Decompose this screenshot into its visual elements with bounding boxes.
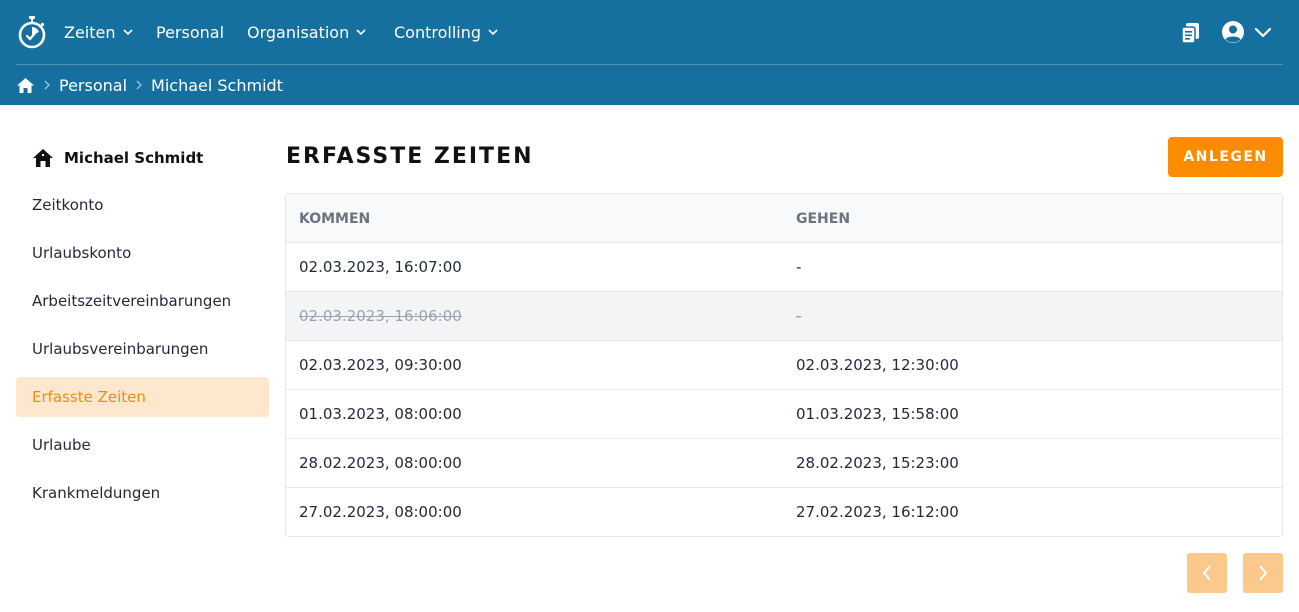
sidebar-item-label: Arbeitszeitvereinbarungen bbox=[32, 292, 232, 310]
table-row-deleted[interactable]: 02.03.2023, 16:06:00 - bbox=[286, 292, 1282, 341]
column-header-gehen[interactable]: GEHEN bbox=[796, 194, 850, 243]
cell-kommen: 28.02.2023, 08:00:00 bbox=[299, 454, 462, 472]
sidebar-item-label: Krankmeldungen bbox=[32, 484, 161, 502]
cell-gehen: 02.03.2023, 12:30:00 bbox=[796, 356, 959, 374]
sidebar-item-arbeitszeitvereinbarungen[interactable]: Arbeitszeitvereinbarungen bbox=[16, 281, 269, 321]
table-row[interactable]: 02.03.2023, 16:07:00 - bbox=[286, 243, 1282, 292]
breadcrumb-separator bbox=[127, 80, 151, 90]
chevron-right-icon bbox=[136, 80, 142, 90]
cell-gehen: - bbox=[796, 258, 802, 276]
sidebar-title-label: Michael Schmidt bbox=[64, 149, 204, 167]
nav-controlling[interactable]: Controlling bbox=[394, 21, 499, 43]
sidebar-item-label: Erfasste Zeiten bbox=[32, 388, 146, 406]
sidebar-item-label: Urlaubsvereinbarungen bbox=[32, 340, 209, 358]
sidebar-item-label: Zeitkonto bbox=[32, 196, 104, 214]
chevron-down-icon bbox=[356, 29, 366, 36]
breadcrumb: Personal Michael Schmidt bbox=[16, 74, 283, 96]
sidebar-item-erfasste-zeiten[interactable]: Erfasste Zeiten bbox=[16, 377, 269, 417]
table-row[interactable]: 27.02.2023, 08:00:00 27.02.2023, 16:12:0… bbox=[286, 488, 1282, 536]
nav-personal[interactable]: Personal bbox=[156, 21, 224, 43]
table-header: KOMMEN GEHEN bbox=[286, 194, 1282, 243]
cell-gehen: 28.02.2023, 15:23:00 bbox=[796, 454, 959, 472]
table-row[interactable]: 01.03.2023, 08:00:00 01.03.2023, 15:58:0… bbox=[286, 390, 1282, 439]
sidebar-title: Michael Schmidt bbox=[32, 145, 203, 171]
cell-kommen: 01.03.2023, 08:00:00 bbox=[299, 405, 462, 423]
cell-kommen: 02.03.2023, 09:30:00 bbox=[299, 356, 462, 374]
user-circle-icon[interactable] bbox=[1221, 20, 1245, 44]
sidebar-item-krankmeldungen[interactable]: Krankmeldungen bbox=[16, 473, 269, 513]
chevron-down-icon bbox=[488, 29, 498, 36]
cell-kommen: 02.03.2023, 16:06:00 bbox=[299, 307, 462, 325]
app-header: Zeiten Personal Organisation Controlling bbox=[0, 0, 1299, 105]
sidebar-item-zeitkonto[interactable]: Zeitkonto bbox=[16, 185, 269, 225]
cell-kommen: 02.03.2023, 16:07:00 bbox=[299, 258, 462, 276]
times-table: KOMMEN GEHEN 02.03.2023, 16:07:00 - 02.0… bbox=[285, 193, 1283, 537]
sidebar-item-urlaubsvereinbarungen[interactable]: Urlaubsvereinbarungen bbox=[16, 329, 269, 369]
home-icon[interactable] bbox=[16, 77, 35, 94]
page-title: ERFASSTE ZEITEN bbox=[286, 144, 534, 169]
sidebar-item-urlaube[interactable]: Urlaube bbox=[16, 425, 269, 465]
next-page-button[interactable] bbox=[1243, 553, 1283, 593]
nav-controlling-label: Controlling bbox=[394, 22, 482, 42]
cell-gehen: - bbox=[796, 307, 802, 325]
nav-zeiten[interactable]: Zeiten bbox=[64, 21, 134, 43]
chevron-down-icon bbox=[122, 29, 133, 36]
nav-zeiten-label: Zeiten bbox=[64, 22, 116, 42]
sidebar-item-label: Urlaubskonto bbox=[32, 244, 132, 262]
chevron-left-icon bbox=[1202, 565, 1211, 581]
table-row[interactable]: 02.03.2023, 09:30:00 02.03.2023, 12:30:0… bbox=[286, 341, 1282, 390]
table-row[interactable]: 28.02.2023, 08:00:00 28.02.2023, 15:23:0… bbox=[286, 439, 1282, 488]
cell-gehen: 27.02.2023, 16:12:00 bbox=[796, 503, 959, 521]
sidebar-item-urlaubskonto[interactable]: Urlaubskonto bbox=[16, 233, 269, 273]
home-icon bbox=[33, 149, 53, 167]
chevron-right-icon bbox=[44, 80, 50, 90]
breadcrumb-separator bbox=[35, 80, 59, 90]
cell-kommen: 27.02.2023, 08:00:00 bbox=[299, 503, 462, 521]
chevron-right-icon bbox=[1259, 565, 1268, 581]
nav-organisation-label: Organisation bbox=[247, 22, 350, 42]
stopwatch-logo-icon[interactable] bbox=[16, 15, 48, 49]
clipboard-documents-icon[interactable] bbox=[1181, 22, 1201, 44]
nav-personal-label: Personal bbox=[156, 22, 225, 42]
header-divider bbox=[16, 64, 1283, 65]
breadcrumb-employee[interactable]: Michael Schmidt bbox=[151, 76, 283, 95]
top-navigation: Zeiten Personal Organisation Controlling bbox=[0, 0, 1299, 64]
nav-organisation[interactable]: Organisation bbox=[247, 21, 367, 43]
create-button[interactable]: ANLEGEN bbox=[1168, 137, 1283, 177]
chevron-down-icon[interactable] bbox=[1254, 25, 1272, 39]
column-header-kommen[interactable]: KOMMEN bbox=[299, 194, 370, 243]
breadcrumb-personal[interactable]: Personal bbox=[59, 76, 127, 95]
sidebar-item-label: Urlaube bbox=[32, 436, 91, 454]
previous-page-button[interactable] bbox=[1187, 553, 1227, 593]
cell-gehen: 01.03.2023, 15:58:00 bbox=[796, 405, 959, 423]
